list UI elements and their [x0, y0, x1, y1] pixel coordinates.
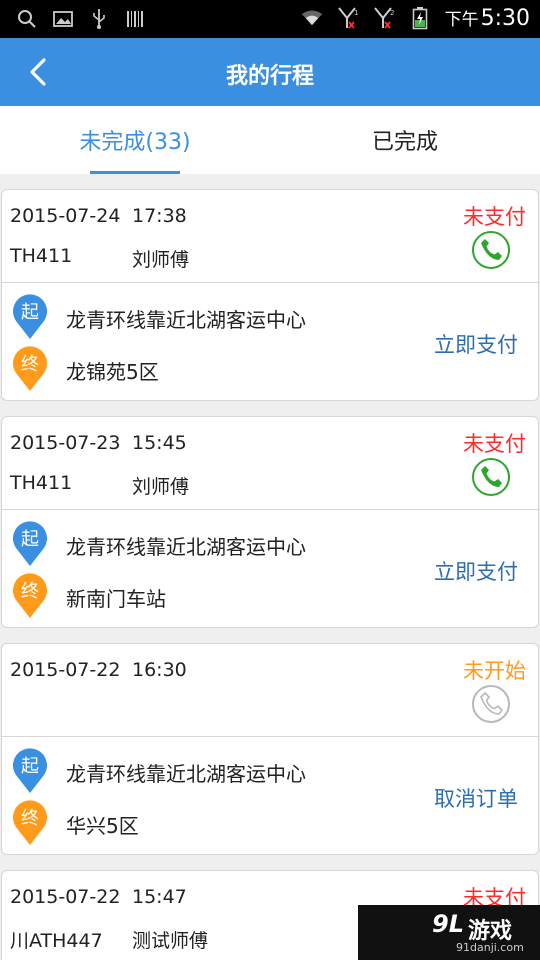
app-header: 我的行程 — [0, 38, 540, 106]
end-pin-icon: 终 — [13, 800, 47, 845]
trip-time: 16:30 — [132, 659, 187, 681]
phone-icon[interactable] — [471, 457, 511, 497]
trip-card[interactable]: 2015-07-23 15:45 TH411 刘师傅 未支付 起 龙青环线靠近北… — [1, 416, 539, 628]
search-icon — [16, 8, 38, 30]
start-pin-icon: 起 — [13, 521, 47, 566]
trip-time: 15:47 — [132, 886, 187, 908]
trip-time: 15:45 — [132, 432, 187, 454]
svg-text:终: 终 — [21, 808, 39, 829]
barcode-icon — [124, 8, 146, 30]
pay-now-button[interactable]: 立即支付 — [434, 329, 518, 359]
trip-status: 未开始 — [463, 659, 526, 683]
trip-date: 2015-07-22 — [10, 886, 121, 908]
watermark-url: 91danji.com — [456, 941, 524, 954]
svg-text:1: 1 — [354, 9, 358, 17]
svg-text:2: 2 — [390, 9, 394, 17]
trip-date: 2015-07-24 — [10, 205, 121, 227]
wifi-icon — [301, 7, 323, 29]
svg-text:终: 终 — [21, 581, 39, 602]
pay-now-button[interactable]: 立即支付 — [434, 556, 518, 586]
trip-card[interactable]: 2015-07-22 16:30 未开始 起 龙青环线靠近北湖客运中心 终 华兴… — [1, 643, 539, 855]
status-bar: 1 2 下午5:30 — [0, 0, 540, 38]
svg-text:起: 起 — [21, 756, 39, 777]
trip-status: 未支付 — [463, 205, 526, 229]
trip-plate: TH411 — [10, 472, 73, 494]
trip-start-address: 龙青环线靠近北湖客运中心 — [66, 762, 306, 786]
watermark-logo: 9L — [432, 910, 464, 938]
trip-date: 2015-07-22 — [10, 659, 121, 681]
end-pin-icon: 终 — [13, 573, 47, 618]
phone-icon[interactable] — [471, 684, 511, 724]
phone-icon[interactable] — [471, 230, 511, 270]
trip-end-address: 华兴5区 — [66, 814, 139, 838]
tab-indicator — [90, 171, 180, 174]
watermark: 9L 游戏 91danji.com — [358, 905, 540, 960]
trip-end-address: 新南门车站 — [66, 587, 166, 611]
battery-icon — [409, 7, 431, 30]
tab-completed[interactable]: 已完成 — [270, 106, 540, 174]
usb-icon — [88, 8, 110, 30]
svg-text:终: 终 — [21, 354, 39, 375]
trip-status: 未支付 — [463, 432, 526, 456]
trip-plate: 川ATH447 — [10, 930, 103, 952]
signal-2-icon: 2 — [373, 7, 395, 29]
trip-driver: 刘师傅 — [132, 249, 190, 271]
image-icon — [52, 8, 74, 30]
start-pin-icon: 起 — [13, 748, 47, 793]
tab-incomplete[interactable]: 未完成(33) — [0, 106, 270, 174]
start-pin-icon: 起 — [13, 294, 47, 339]
tab-bar: 未完成(33) 已完成 — [0, 106, 540, 174]
svg-text:起: 起 — [21, 302, 39, 323]
trip-end-address: 龙锦苑5区 — [66, 360, 159, 384]
trip-card[interactable]: 2015-07-24 17:38 TH411 刘师傅 未支付 起 龙青环线靠近北… — [1, 189, 539, 401]
clock: 下午5:30 — [444, 6, 530, 31]
trip-driver: 刘师傅 — [132, 476, 190, 498]
trip-start-address: 龙青环线靠近北湖客运中心 — [66, 308, 306, 332]
end-pin-icon: 终 — [13, 346, 47, 391]
cancel-order-button[interactable]: 取消订单 — [434, 783, 518, 813]
trip-plate: TH411 — [10, 245, 73, 267]
svg-text:起: 起 — [21, 529, 39, 550]
trip-date: 2015-07-23 — [10, 432, 121, 454]
trip-driver: 测试师傅 — [132, 930, 209, 952]
signal-1-icon: 1 — [337, 7, 359, 29]
page-title: 我的行程 — [225, 64, 314, 89]
trip-start-address: 龙青环线靠近北湖客运中心 — [66, 535, 306, 559]
trip-time: 17:38 — [132, 205, 187, 227]
